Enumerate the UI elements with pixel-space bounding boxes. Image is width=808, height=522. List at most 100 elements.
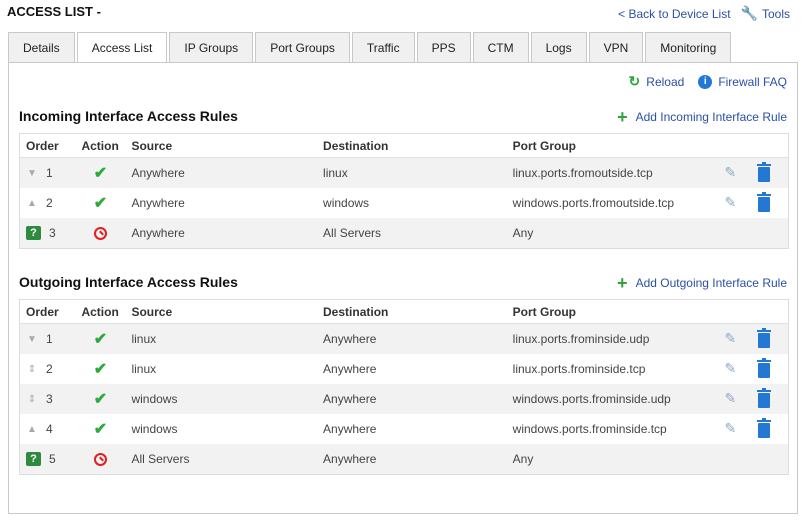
add-outgoing-rule-button[interactable]: + Add Outgoing Interface Rule bbox=[617, 274, 787, 292]
trash-icon[interactable] bbox=[757, 161, 772, 182]
order-wrap: ⇕ 2 bbox=[26, 354, 69, 384]
source-cell: Anywhere bbox=[125, 188, 318, 218]
pencil-icon[interactable]: ✎ bbox=[725, 390, 737, 406]
back-to-device-list-link[interactable]: < Back to Device List bbox=[618, 7, 730, 21]
pencil-icon[interactable]: ✎ bbox=[725, 330, 737, 346]
destination-cell[interactable]: windows bbox=[317, 188, 507, 218]
order-wrap: ▼ 1 bbox=[26, 158, 69, 188]
pencil-icon[interactable]: ✎ bbox=[725, 360, 737, 376]
order-value: 1 bbox=[46, 332, 53, 346]
move-updown-icon[interactable]: ⇕ bbox=[26, 394, 38, 405]
source-cell[interactable]: linux bbox=[125, 354, 318, 384]
source-cell[interactable]: linux bbox=[125, 323, 318, 354]
action-cell bbox=[75, 444, 126, 475]
row-actions-cell bbox=[718, 218, 789, 249]
pencil-icon[interactable]: ✎ bbox=[725, 194, 737, 210]
action-cell: ✔ bbox=[75, 188, 126, 218]
move-up-icon[interactable]: ▲ bbox=[26, 198, 38, 209]
incoming-rules-table: Order Action Source Destination Port Group ▼ 1… bbox=[19, 133, 789, 249]
order-wrap: ? 5 bbox=[26, 444, 69, 474]
port-group-cell[interactable]: linux.ports.fromoutside.tcp bbox=[506, 157, 719, 188]
tab-vpn[interactable]: VPN bbox=[588, 32, 644, 62]
column-header-actions bbox=[718, 299, 789, 324]
check-icon: ✔ bbox=[93, 391, 108, 408]
reload-label: Reload bbox=[646, 74, 685, 89]
destination-cell[interactable]: linux bbox=[317, 157, 507, 188]
port-group-cell[interactable]: windows.ports.frominside.tcp bbox=[506, 414, 719, 444]
tab-bar: Details Access List IP Groups Port Groups Tr… bbox=[8, 32, 732, 63]
tab-traffic[interactable]: Traffic bbox=[351, 32, 415, 62]
table-row: ▲ 2 ✔ Anywhere windows windows.ports.fromouts… bbox=[19, 188, 789, 218]
action-cell: ✔ bbox=[75, 157, 126, 188]
trash-icon[interactable] bbox=[757, 191, 772, 212]
column-header: Order bbox=[19, 299, 76, 324]
trash-icon[interactable] bbox=[757, 357, 772, 378]
port-group-cell: Any bbox=[506, 218, 719, 249]
row-actions-cell: ✎ bbox=[718, 414, 789, 444]
move-up-icon[interactable]: ▲ bbox=[26, 424, 38, 435]
wrench-icon: 🔧 bbox=[740, 5, 758, 21]
add-incoming-rule-button[interactable]: + Add Incoming Interface Rule bbox=[617, 108, 787, 126]
move-down-icon[interactable]: ▼ bbox=[26, 168, 38, 179]
source-cell[interactable]: windows bbox=[125, 384, 318, 414]
order-value: 1 bbox=[46, 166, 53, 180]
port-group-cell[interactable]: linux.ports.frominside.tcp bbox=[506, 354, 719, 384]
column-header: Source bbox=[125, 299, 318, 324]
tab-logs[interactable]: Logs bbox=[530, 32, 587, 62]
order-value: 4 bbox=[46, 422, 53, 436]
port-group-cell[interactable]: windows.ports.frominside.udp bbox=[506, 384, 719, 414]
plus-icon: + bbox=[617, 273, 628, 293]
tab-ip-groups[interactable]: IP Groups bbox=[169, 32, 254, 62]
order-value: 2 bbox=[46, 362, 53, 376]
help-icon[interactable]: ? bbox=[26, 452, 41, 466]
order-cell: ? 3 bbox=[19, 218, 76, 249]
trash-icon[interactable] bbox=[757, 417, 772, 438]
help-icon[interactable]: ? bbox=[26, 226, 41, 240]
order-cell: ▼ 1 bbox=[19, 323, 76, 354]
check-icon: ✔ bbox=[93, 165, 108, 182]
pencil-icon[interactable]: ✎ bbox=[725, 164, 737, 180]
source-cell[interactable]: windows bbox=[125, 414, 318, 444]
column-header: Order bbox=[19, 133, 76, 158]
table-row: ⇕ 2 ✔ linux Anywhere linux.ports.frominside.t… bbox=[19, 354, 789, 384]
row-actions-cell: ✎ bbox=[718, 188, 789, 218]
tab-port-groups[interactable]: Port Groups bbox=[255, 32, 350, 62]
tools-link[interactable]: 🔧 Tools bbox=[741, 5, 790, 22]
tab-access-list[interactable]: Access List bbox=[76, 32, 168, 63]
trash-icon[interactable] bbox=[757, 327, 772, 348]
action-cell: ✔ bbox=[75, 323, 126, 354]
order-cell: ? 5 bbox=[19, 444, 76, 475]
destination-cell: Anywhere bbox=[317, 384, 507, 414]
tab-pps[interactable]: PPS bbox=[416, 32, 471, 62]
tab-monitoring[interactable]: Monitoring bbox=[645, 32, 732, 62]
tab-ctm[interactable]: CTM bbox=[472, 32, 529, 62]
check-icon: ✔ bbox=[93, 421, 108, 438]
tab-details[interactable]: Details bbox=[8, 32, 75, 62]
column-header: Destination bbox=[317, 133, 507, 158]
firewall-faq-link[interactable]: i Firewall FAQ bbox=[698, 74, 787, 89]
source-cell: Anywhere bbox=[125, 218, 318, 249]
firewall-faq-label: Firewall FAQ bbox=[718, 74, 787, 89]
top-links: < Back to Device List 🔧 Tools bbox=[618, 5, 790, 22]
port-group-cell[interactable]: windows.ports.fromoutside.tcp bbox=[506, 188, 719, 218]
table-row: ▼ 1 ✔ Anywhere linux linux.ports.fromoutside.… bbox=[19, 157, 789, 188]
order-value: 3 bbox=[49, 226, 56, 240]
source-cell: Anywhere bbox=[125, 157, 318, 188]
reload-button[interactable]: ↻ Reload bbox=[629, 73, 685, 90]
add-incoming-rule-label: Add Incoming Interface Rule bbox=[635, 110, 787, 124]
row-actions-cell: ✎ bbox=[718, 157, 789, 188]
order-cell: ▼ 1 bbox=[19, 157, 76, 188]
port-group-cell[interactable]: linux.ports.frominside.udp bbox=[506, 323, 719, 354]
move-updown-icon[interactable]: ⇕ bbox=[26, 364, 38, 375]
order-wrap: ▼ 1 bbox=[26, 324, 69, 354]
column-header: Port Group bbox=[506, 133, 719, 158]
row-actions-cell: ✎ bbox=[718, 384, 789, 414]
table-row: ? 5 All Servers Anywhere Any bbox=[19, 444, 789, 475]
deny-icon bbox=[93, 453, 107, 467]
outgoing-rules-title: Outgoing Interface Access Rules bbox=[19, 274, 238, 290]
table-row: ⇕ 3 ✔ windows Anywhere windows.ports.frominsi… bbox=[19, 384, 789, 414]
pencil-icon[interactable]: ✎ bbox=[725, 420, 737, 436]
trash-icon[interactable] bbox=[757, 387, 772, 408]
move-down-icon[interactable]: ▼ bbox=[26, 334, 38, 345]
source-cell: All Servers bbox=[125, 444, 318, 475]
